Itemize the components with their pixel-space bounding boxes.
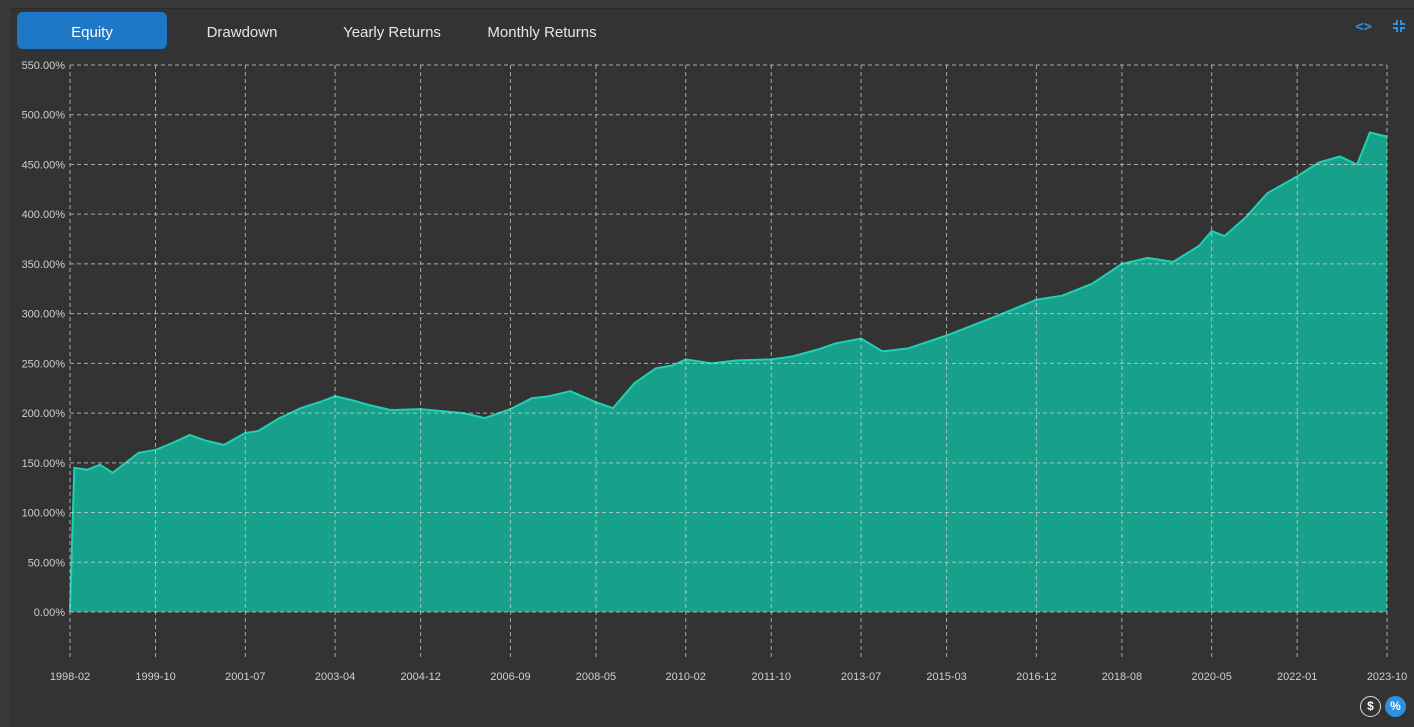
x-tick-label: 2004-12 (400, 671, 440, 683)
y-tick-label: 150.00% (22, 458, 66, 470)
y-tick-label: 400.00% (22, 209, 66, 221)
x-tick-label: 1998-02 (50, 671, 90, 683)
x-tick-label: 2016-12 (1016, 671, 1056, 683)
x-tick-label: 2018-08 (1102, 671, 1142, 683)
x-tick-label: 1999-10 (135, 671, 175, 683)
x-tick-label: 2003-04 (315, 671, 355, 683)
y-tick-label: 550.00% (22, 60, 66, 72)
x-tick-label: 2023-10 (1367, 671, 1407, 683)
x-tick-label: 2008-05 (576, 671, 616, 683)
y-tick-label: 500.00% (22, 110, 66, 122)
dollar-icon[interactable]: $ (1360, 696, 1381, 717)
x-tick-label: 2006-09 (490, 671, 530, 683)
value-mode-toggle: $ % (1360, 696, 1406, 717)
y-tick-label: 200.00% (22, 408, 66, 420)
x-tick-label: 2001-07 (225, 671, 265, 683)
y-tick-label: 450.00% (22, 159, 66, 171)
x-tick-label: 2022-01 (1277, 671, 1317, 683)
y-tick-label: 350.00% (22, 259, 66, 271)
y-tick-label: 300.00% (22, 309, 66, 321)
equity-area (70, 132, 1387, 612)
x-tick-label: 2011-10 (751, 671, 791, 683)
equity-chart: 0.00% 50.00% 100.00% 150.00% 200.00% 250.00% 3… (22, 60, 1408, 683)
x-tick-label: 2010-02 (666, 671, 706, 683)
y-tick-label: 100.00% (22, 508, 66, 520)
x-tick-label: 2020-05 (1191, 671, 1231, 683)
x-tick-label: 2015-03 (926, 671, 966, 683)
y-tick-label: 0.00% (34, 607, 65, 619)
y-tick-label: 250.00% (22, 358, 66, 370)
percent-icon[interactable]: % (1385, 696, 1406, 717)
x-tick-label: 2013-07 (841, 671, 881, 683)
y-tick-label: 50.00% (28, 557, 66, 569)
